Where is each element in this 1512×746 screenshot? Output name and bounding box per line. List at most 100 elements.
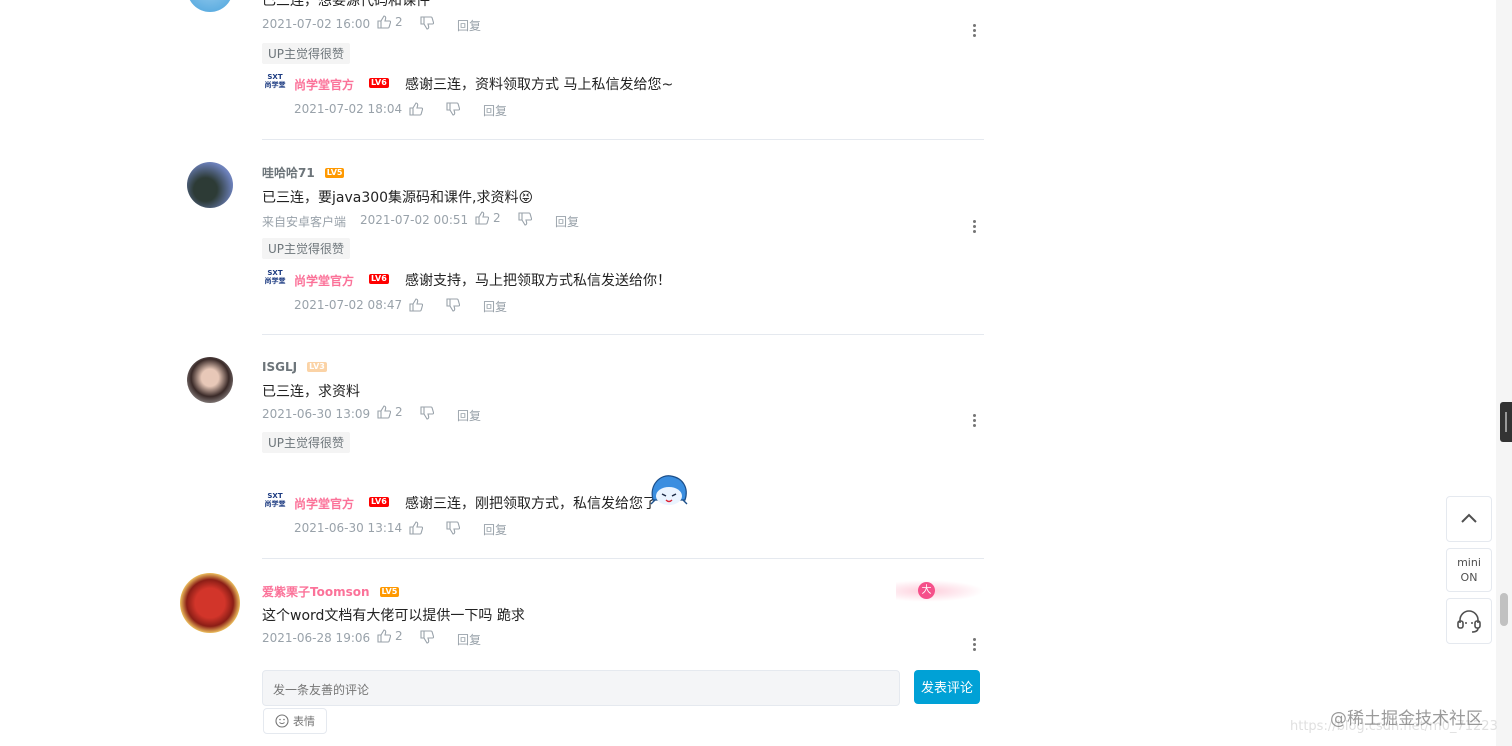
- reply-date: 2021-07-02 08:47: [294, 298, 403, 312]
- reply-date: 2021-07-02 18:04: [294, 102, 403, 116]
- thumbs-up-icon: [409, 102, 424, 116]
- comment-divider: [262, 139, 984, 140]
- emoji-button[interactable]: 表情: [263, 708, 327, 734]
- reply-username[interactable]: 尚学堂官方: [294, 272, 354, 289]
- user-avatar[interactable]: [180, 573, 240, 633]
- on-label: ON: [1460, 571, 1478, 584]
- comment-input-placeholder: 发一条友善的评论: [273, 683, 370, 697]
- emoji-button-label: 表情: [293, 715, 315, 728]
- blue-mascot-sticker-icon: [650, 475, 688, 505]
- user-avatar[interactable]: [187, 0, 233, 12]
- like-button[interactable]: 2: [475, 211, 501, 225]
- scrollbar-thumb[interactable]: [1500, 593, 1508, 626]
- level-badge: LV6: [369, 497, 389, 507]
- comment-text: 已三连，求资料: [262, 384, 360, 400]
- reply-button[interactable]: 回复: [555, 213, 579, 230]
- comment-text-body: 已三连，要java300集源码和课件,求资料: [262, 190, 519, 206]
- more-menu-icon[interactable]: [973, 638, 976, 653]
- dislike-button[interactable]: [446, 297, 461, 316]
- like-button[interactable]: [409, 297, 424, 316]
- submit-comment-button[interactable]: 发表评论: [914, 670, 980, 704]
- dislike-button[interactable]: [518, 211, 533, 230]
- chevron-up-icon: [1461, 513, 1477, 523]
- thumbs-down-icon: [446, 298, 461, 312]
- user-avatar[interactable]: [187, 357, 233, 403]
- like-count: 2: [395, 629, 403, 643]
- username[interactable]: 哇哈哈71: [262, 164, 315, 181]
- like-button[interactable]: [409, 101, 424, 120]
- comment-divider: [262, 334, 984, 335]
- comment-text: 这个word文档有大佬可以提供一下吗 跪求: [262, 608, 525, 624]
- sticker-emoji: [647, 470, 691, 514]
- up-liked-tag: UP主觉得很赞: [262, 432, 351, 453]
- like-button[interactable]: [409, 520, 424, 539]
- reply-avatar[interactable]: SXT 尚学堂: [264, 269, 286, 291]
- dislike-button[interactable]: [420, 629, 435, 648]
- mini-label: mini: [1457, 556, 1481, 569]
- comment-date: 2021-06-30 13:09: [262, 407, 371, 421]
- reply-button[interactable]: 回复: [457, 631, 481, 648]
- reply-button[interactable]: 回复: [483, 521, 507, 538]
- thumbs-up-icon: [377, 405, 391, 419]
- thumbs-up-icon: [409, 298, 424, 312]
- dislike-button[interactable]: [420, 15, 435, 34]
- thumbs-up-icon: [377, 15, 391, 29]
- thumbs-down-icon: [518, 212, 533, 226]
- shangxuetang-logo: SXT 尚学堂: [264, 492, 286, 508]
- back-to-top-button[interactable]: [1446, 496, 1492, 542]
- reply-button[interactable]: 回复: [457, 407, 481, 424]
- customer-service-button[interactable]: [1446, 598, 1492, 644]
- dislike-button[interactable]: [420, 405, 435, 424]
- reply-username[interactable]: 尚学堂官方: [294, 495, 354, 512]
- reply-avatar[interactable]: SXT 尚学堂: [264, 73, 286, 95]
- user-avatar[interactable]: [187, 162, 233, 208]
- reply-button[interactable]: 回复: [483, 298, 507, 315]
- emoji: 😝: [518, 190, 534, 206]
- like-count: 2: [395, 15, 403, 29]
- comment-date: 2021-06-28 19:06: [262, 631, 371, 645]
- thumbs-up-icon: [377, 629, 391, 643]
- thumbs-down-icon: [446, 102, 461, 116]
- level-badge: LV6: [369, 78, 389, 88]
- smiley-icon: [275, 714, 289, 728]
- level-badge: LV6: [369, 274, 389, 284]
- more-menu-icon[interactable]: [973, 24, 976, 39]
- fan-badge: 大: [896, 580, 984, 602]
- reply-button[interactable]: 回复: [483, 102, 507, 119]
- submit-comment-label: 发表评论: [920, 681, 973, 696]
- shangxuetang-logo: SXT 尚学堂: [264, 73, 286, 89]
- side-handle[interactable]: [1500, 402, 1512, 442]
- like-count: 2: [395, 405, 403, 419]
- comment-input[interactable]: 发一条友善的评论: [262, 670, 900, 706]
- shangxuetang-logo: SXT 尚学堂: [264, 269, 286, 285]
- thumbs-down-icon: [420, 16, 435, 30]
- like-button[interactable]: 2: [377, 405, 403, 419]
- headset-icon: [1457, 610, 1481, 633]
- reply-text: 感谢三连，资料领取方式 马上私信发给您~: [405, 77, 674, 93]
- dislike-button[interactable]: [446, 520, 461, 539]
- thumbs-down-icon: [420, 630, 435, 644]
- reply-date: 2021-06-30 13:14: [294, 521, 403, 535]
- mini-player-toggle[interactable]: mini ON: [1446, 548, 1492, 592]
- reply-username[interactable]: 尚学堂官方: [294, 76, 354, 93]
- level-badge: LV3: [307, 362, 327, 372]
- scrollbar-track[interactable]: [1496, 0, 1512, 746]
- comment-date: 2021-07-02 00:51: [360, 213, 469, 227]
- like-button[interactable]: 2: [377, 629, 403, 643]
- thumbs-down-icon: [420, 406, 435, 420]
- username[interactable]: 爱紫栗子Toomson: [262, 583, 370, 600]
- comment-text: 已三连，想要源代码和课件: [262, 0, 430, 9]
- more-menu-icon[interactable]: [973, 414, 976, 429]
- level-badge: LV5: [379, 586, 400, 597]
- more-menu-icon[interactable]: [973, 220, 976, 235]
- reply-button[interactable]: 回复: [457, 17, 481, 34]
- fan-badge-label: 大: [918, 582, 935, 599]
- reply-text: 感谢支持，马上把领取方式私信发送给你！: [405, 273, 671, 289]
- thumbs-down-icon: [446, 521, 461, 535]
- like-button[interactable]: 2: [377, 15, 403, 29]
- dislike-button[interactable]: [446, 101, 461, 120]
- thumbs-up-icon: [409, 521, 424, 535]
- reply-avatar[interactable]: SXT 尚学堂: [264, 492, 286, 514]
- watermark: @稀土掘金技术社区: [1330, 709, 1483, 729]
- username[interactable]: ISGLJ: [262, 360, 297, 374]
